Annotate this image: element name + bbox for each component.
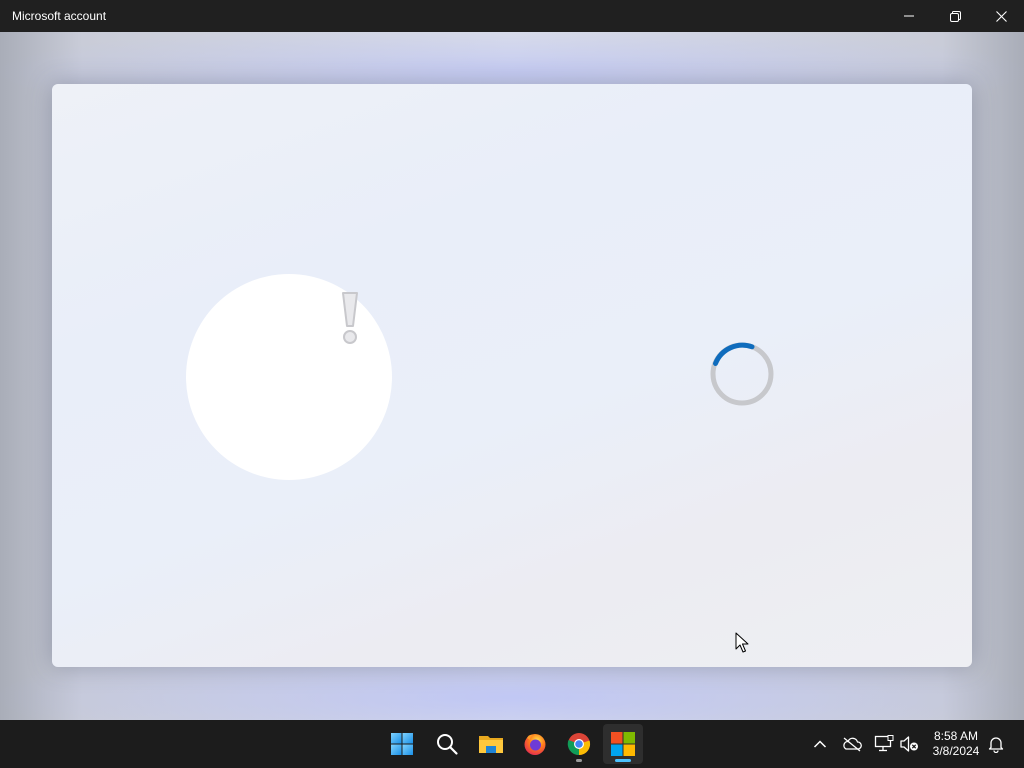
microsoft-store-icon <box>611 732 635 756</box>
folder-icon <box>479 736 503 753</box>
minimize-icon <box>904 15 914 17</box>
firefox-button[interactable] <box>515 724 555 764</box>
microsoft-store-button[interactable] <box>603 724 643 764</box>
close-icon <box>995 10 1007 22</box>
clock-date: 3/8/2024 <box>932 744 980 758</box>
exclamation-icon <box>342 292 358 344</box>
close-button[interactable] <box>978 0 1024 32</box>
minimize-button[interactable] <box>886 0 932 32</box>
file-explorer-button[interactable] <box>471 724 511 764</box>
network-icon <box>874 735 894 752</box>
start-button[interactable] <box>382 724 422 764</box>
restore-button[interactable] <box>932 0 978 32</box>
active-indicator <box>615 759 631 762</box>
network-button[interactable] <box>872 732 896 756</box>
mouse-cursor-icon <box>735 632 749 653</box>
running-indicator <box>576 759 582 762</box>
clock-time: 8:58 AM <box>933 729 979 743</box>
chrome-icon <box>567 733 591 756</box>
system-clock[interactable]: 8:58 AM 3/8/2024 <box>926 729 986 759</box>
window-title: Microsoft account <box>12 9 107 23</box>
chrome-button[interactable] <box>559 724 599 764</box>
title-bar: Microsoft account <box>0 0 1024 32</box>
notification-bell-icon <box>988 737 1004 753</box>
restore-icon <box>949 10 961 22</box>
onedrive-status-button[interactable] <box>840 732 864 756</box>
volume-button[interactable] <box>897 732 921 756</box>
onedrive-offline-icon <box>843 737 862 752</box>
search-icon <box>437 734 458 755</box>
firefox-icon <box>524 734 546 755</box>
spinner-icon <box>710 342 774 406</box>
windows-start-icon <box>391 733 413 755</box>
taskbar <box>0 720 1024 768</box>
show-hidden-icons-button[interactable] <box>808 732 832 756</box>
chevron-up-icon <box>813 740 827 748</box>
search-button[interactable] <box>427 724 467 764</box>
volume-muted-icon <box>900 736 918 752</box>
notifications-button[interactable] <box>984 732 1008 756</box>
content-card <box>52 84 972 667</box>
